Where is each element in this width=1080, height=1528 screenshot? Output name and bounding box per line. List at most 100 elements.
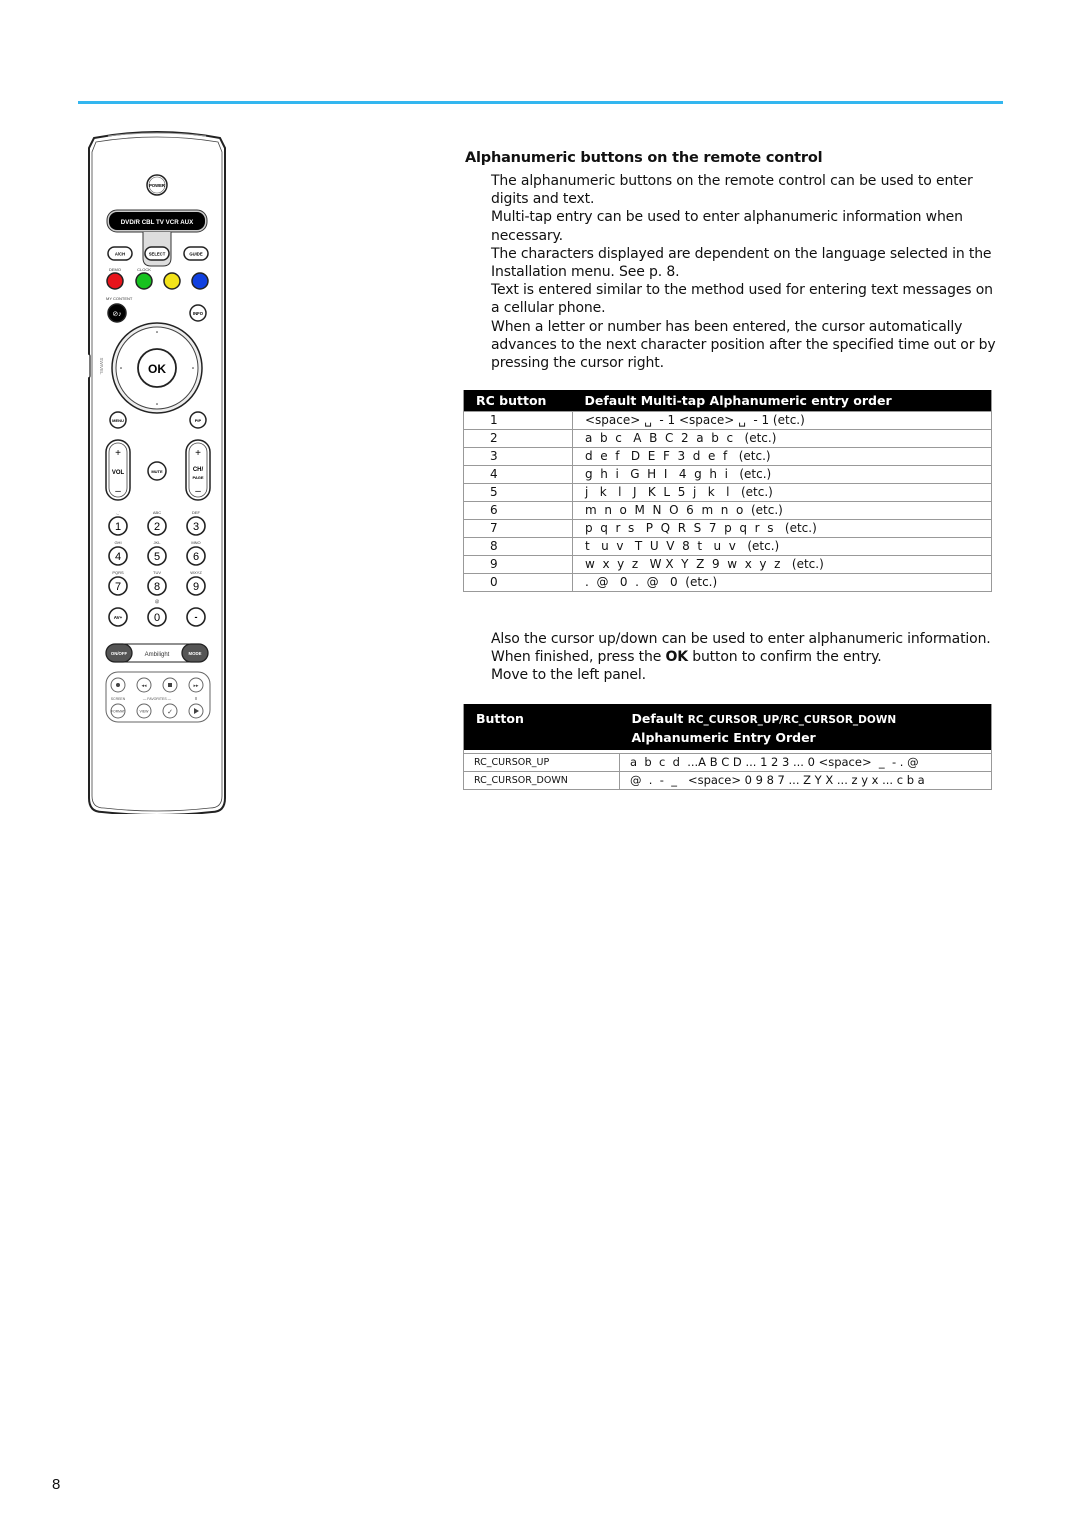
view-button[interactable]: VIEW: [136, 703, 152, 719]
swivel-label: SWIVEL: [99, 357, 104, 375]
cursor-line-2: When finished, press the OK button to co…: [491, 649, 882, 666]
ambilight-label: Ambilight: [145, 652, 170, 658]
entry-order-cell: d e f D E F 3 d e f (etc.): [572, 447, 992, 466]
mute-button[interactable]: MUTE: [147, 461, 167, 481]
entry-order-cell: p q r s P Q R S 7 p q r s (etc.): [572, 519, 992, 538]
svg-text:–: –: [195, 486, 201, 497]
ambilight-mode-button[interactable]: MODE: [181, 643, 209, 663]
pip-button[interactable]: PIP: [189, 411, 207, 429]
page-number: 8: [52, 1476, 61, 1493]
my-content-button[interactable]: ⊘♪: [107, 303, 127, 323]
column-header-rc-button: RC button: [463, 390, 573, 412]
volume-rocker[interactable]: + VOL –: [105, 439, 131, 501]
multitap-table: RC button Default Multi-tap Alphanumeric…: [463, 390, 992, 592]
svg-text:▸▸: ▸▸: [193, 683, 199, 689]
column-header-entry-order: Default RC_CURSOR_UP/RC_CURSOR_DOWN Alph…: [619, 704, 992, 750]
checkmark-button[interactable]: ✓: [162, 703, 178, 719]
table-row: 3d e f D E F 3 d e f (etc.): [463, 447, 992, 466]
power-button[interactable]: POWER: [146, 174, 168, 196]
key-4[interactable]: 4: [108, 546, 128, 566]
rc-button-cell: 9: [463, 555, 573, 574]
svg-text:3: 3: [193, 521, 199, 533]
top-accent-rule: [78, 101, 1003, 104]
checkmark-icon: ✓: [167, 709, 173, 716]
channel-rocker[interactable]: + CH/ PAGE –: [185, 439, 211, 501]
svg-text:+: +: [115, 448, 121, 459]
alphanumeric-section: Alphanumeric buttons on the remote contr…: [465, 150, 1005, 372]
paragraph: Multi-tap entry can be used to enter alp…: [491, 209, 963, 244]
key-7[interactable]: 7: [108, 576, 128, 596]
svg-text:–: –: [115, 486, 121, 497]
ambilight-onoff-button[interactable]: ON/OFF: [105, 643, 133, 663]
paragraph: When a letter or number has been entered…: [491, 318, 996, 372]
svg-text:5: 5: [154, 551, 160, 563]
device-mode-bar[interactable]: DVD/R CBL TV VCR AUX: [106, 209, 208, 233]
paragraph: The alphanumeric buttons on the remote c…: [491, 173, 973, 208]
av-button[interactable]: AV+: [108, 607, 128, 627]
table-row: 0. @ 0 . @ 0 (etc.): [463, 573, 992, 592]
svg-text:GUIDE: GUIDE: [189, 252, 202, 257]
menu-button[interactable]: MENU: [109, 411, 127, 429]
entry-order-cell: a b c A B C 2 a b c (etc.): [572, 429, 992, 448]
entry-order-cell: g h i G H I 4 g h i (etc.): [572, 465, 992, 484]
pause-icon: II: [195, 696, 198, 701]
guide-button[interactable]: GUIDE: [183, 246, 209, 261]
table-row: 9w x y z W X Y Z 9 w x y z (etc.): [463, 555, 992, 574]
cursor-entry-table: Button Default RC_CURSOR_UP/RC_CURSOR_DO…: [463, 704, 992, 790]
stop-button[interactable]: [162, 677, 178, 693]
demo-label: DEMO: [109, 267, 121, 272]
info-button[interactable]: INFO: [189, 304, 207, 322]
svg-text:1: 1: [115, 521, 121, 533]
rc-button-cell: 0: [463, 573, 573, 592]
key-letters-label: ._´: [116, 510, 121, 515]
select-button[interactable]: SELECT: [144, 246, 170, 261]
blue-button[interactable]: [191, 272, 209, 290]
svg-text:MUTE: MUTE: [151, 469, 163, 474]
button-cell: RC_CURSOR_UP: [463, 753, 620, 772]
play-button[interactable]: [188, 703, 204, 719]
rewind-button[interactable]: ◂◂: [136, 677, 152, 693]
key-8[interactable]: 8: [147, 576, 167, 596]
key-9[interactable]: 9: [186, 576, 206, 596]
svg-text:MODE: MODE: [189, 651, 202, 656]
key-letters-label: WXYZ: [190, 570, 202, 575]
yellow-button[interactable]: [163, 272, 181, 290]
entry-order-cell: w x y z W X Y Z 9 w x y z (etc.): [572, 555, 992, 574]
table-row: RC_CURSOR_DOWN @ . - _ <space> 0 9 8 7 ..…: [463, 771, 992, 790]
svg-text:PAGE: PAGE: [192, 475, 203, 480]
key-3[interactable]: 3: [186, 516, 206, 536]
key-0[interactable]: 0: [147, 607, 167, 627]
fast-forward-button[interactable]: ▸▸: [188, 677, 204, 693]
svg-text:INFO: INFO: [193, 311, 204, 316]
key-letters-label: JKL: [154, 540, 162, 545]
key-2[interactable]: 2: [147, 516, 167, 536]
rc-button-cell: 4: [463, 465, 573, 484]
rc-button-cell: 7: [463, 519, 573, 538]
svg-text:PIP: PIP: [195, 418, 202, 423]
svg-text:6: 6: [193, 551, 199, 563]
table-row: 2a b c A B C 2 a b c (etc.): [463, 429, 992, 448]
format-button[interactable]: FORMAT: [110, 703, 126, 719]
ach-button[interactable]: A/CH: [107, 246, 133, 261]
entry-order-cell: m n o M N O 6 m n o (etc.): [572, 501, 992, 520]
entry-order-cell: <space> ␣ - 1 <space> ␣ - 1 (etc.): [572, 411, 992, 430]
svg-text:+: +: [195, 448, 201, 459]
key-6[interactable]: 6: [186, 546, 206, 566]
svg-text:DVD/R CBL TV VCR AUX: DVD/R CBL TV VCR AUX: [121, 219, 194, 226]
numeric-keypad: ._´ 1 ABC 2 DEF 3 GHI 4 JKL 5 MNO 6 PQRS 7 TUV 8 WXYZ 9: [108, 510, 206, 596]
table-row: 6m n o M N O 6 m n o (etc.): [463, 501, 992, 520]
green-button[interactable]: [135, 272, 153, 290]
button-cell: RC_CURSOR_DOWN: [463, 771, 620, 790]
table-header-row: Button Default RC_CURSOR_UP/RC_CURSOR_DO…: [463, 704, 992, 750]
key-1[interactable]: 1: [108, 516, 128, 536]
key-5[interactable]: 5: [147, 546, 167, 566]
key-letters-label: PQRS: [112, 570, 124, 575]
entry-order-cell: a b c d ...A B C D ... 1 2 3 ... 0 <spac…: [619, 753, 992, 772]
entry-order-cell: @ . - _ <space> 0 9 8 7 ... Z Y X ... z …: [619, 771, 992, 790]
ok-button[interactable]: OK: [137, 348, 177, 388]
table-row: 4g h i G H I 4 g h i (etc.): [463, 465, 992, 484]
dash-button[interactable]: -: [186, 607, 206, 627]
red-button[interactable]: [106, 272, 124, 290]
record-button[interactable]: [110, 677, 126, 693]
svg-text:CH/: CH/: [193, 467, 204, 473]
